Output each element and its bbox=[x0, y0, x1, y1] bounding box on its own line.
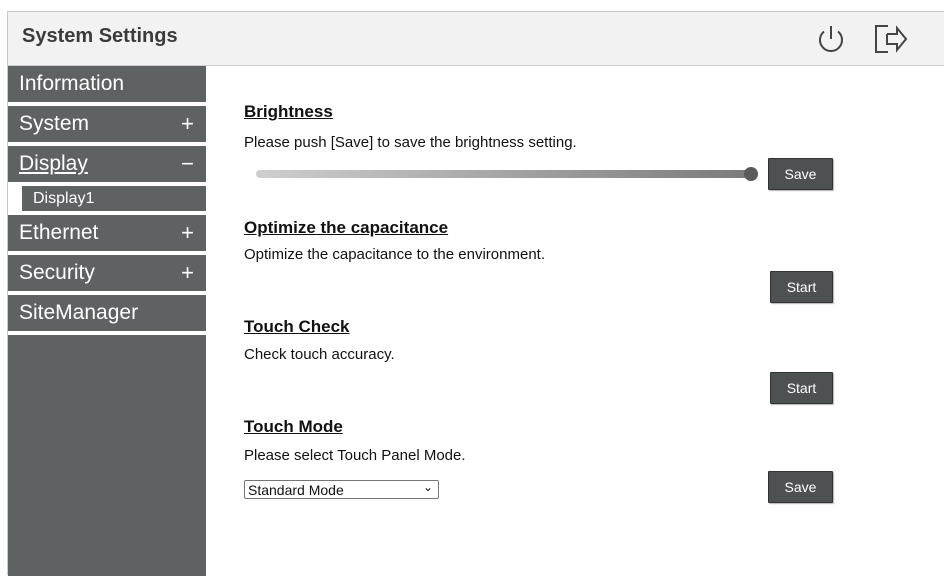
brightness-slider[interactable] bbox=[256, 167, 758, 181]
brightness-save-button[interactable]: Save bbox=[768, 158, 833, 190]
sidebar-item-label: SiteManager bbox=[19, 301, 139, 324]
chevron-down-icon: ⌄ bbox=[422, 480, 433, 494]
touch-check-description: Check touch accuracy. bbox=[244, 346, 395, 363]
touch-mode-selected-value: Standard Mode bbox=[248, 482, 344, 498]
capacitance-title: Optimize the capacitance bbox=[244, 218, 449, 237]
sidebar-item-information[interactable]: Information bbox=[8, 66, 206, 106]
sidebar-item-sitemanager[interactable]: SiteManager bbox=[8, 295, 206, 335]
page-title: System Settings bbox=[22, 25, 178, 47]
sidebar-item-ethernet[interactable]: Ethernet + bbox=[8, 215, 206, 255]
sidebar-subitem-display1[interactable]: Display1 bbox=[8, 186, 206, 215]
touch-mode-description: Please select Touch Panel Mode. bbox=[244, 447, 466, 464]
expand-icon: + bbox=[181, 111, 194, 136]
sidebar-item-label: Display bbox=[19, 152, 88, 175]
sidebar-item-label: System bbox=[19, 112, 90, 135]
main-content: Brightness Please push [Save] to save th… bbox=[244, 66, 844, 566]
sidebar-item-label: Information bbox=[19, 72, 125, 95]
sidebar: Information System + Display − Display1 … bbox=[8, 66, 206, 576]
brightness-description: Please push [Save] to save the brightnes… bbox=[244, 134, 577, 151]
sidebar-item-label: Ethernet bbox=[19, 221, 99, 244]
touch-mode-title: Touch Mode bbox=[244, 417, 343, 436]
collapse-icon: − bbox=[181, 151, 194, 176]
sidebar-item-system[interactable]: System + bbox=[8, 106, 206, 146]
power-icon bbox=[819, 26, 843, 52]
logout-icon bbox=[875, 25, 908, 53]
sidebar-item-label: Security bbox=[19, 261, 95, 284]
brightness-title: Brightness bbox=[244, 102, 333, 121]
touch-mode-select[interactable]: Standard Mode ⌄ bbox=[244, 480, 439, 499]
expand-icon: + bbox=[181, 260, 194, 285]
touch-mode-save-button[interactable]: Save bbox=[768, 471, 833, 503]
settings-window: System Settings Information System + Dis… bbox=[7, 11, 944, 576]
brightness-slider-thumb[interactable] bbox=[744, 167, 758, 181]
logout-button[interactable] bbox=[872, 21, 908, 57]
expand-icon: + bbox=[181, 220, 194, 245]
header-bar: System Settings bbox=[8, 12, 944, 66]
sidebar-item-display[interactable]: Display − bbox=[8, 146, 206, 186]
sidebar-item-security[interactable]: Security + bbox=[8, 255, 206, 295]
touch-check-start-button[interactable]: Start bbox=[770, 372, 833, 404]
capacitance-description: Optimize the capacitance to the environm… bbox=[244, 246, 545, 263]
power-button[interactable] bbox=[813, 21, 849, 57]
touch-check-title: Touch Check bbox=[244, 317, 350, 336]
capacitance-start-button[interactable]: Start bbox=[770, 271, 833, 303]
